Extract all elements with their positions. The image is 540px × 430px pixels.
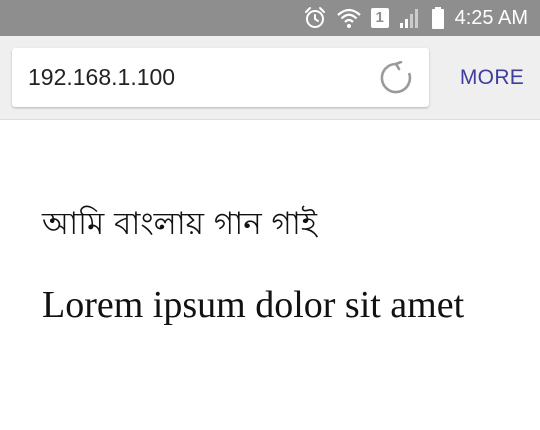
status-bar: 1 4:25 AM xyxy=(0,0,540,36)
battery-icon xyxy=(431,6,445,30)
status-time: 4:25 AM xyxy=(454,6,528,29)
lorem-heading: Lorem ipsum dolor sit amet xyxy=(42,284,465,326)
sim-slot-badge: 1 xyxy=(370,8,389,28)
bangla-text: আমি বাংলায় গান গাই xyxy=(42,206,317,242)
alarm-icon xyxy=(303,6,327,30)
wifi-icon xyxy=(336,6,362,30)
reload-icon[interactable] xyxy=(379,60,413,95)
page-content: আমি বাংলায় গান গাই Lorem ipsum dolor si… xyxy=(0,120,540,430)
url-text[interactable]: 192.168.1.100 xyxy=(28,48,175,107)
address-bar[interactable]: 192.168.1.100 xyxy=(12,48,429,107)
status-icons: 1 xyxy=(303,6,445,30)
browser-toolbar: 192.168.1.100 MORE xyxy=(0,36,540,120)
more-button[interactable]: MORE xyxy=(452,36,532,120)
signal-icon xyxy=(398,7,422,29)
